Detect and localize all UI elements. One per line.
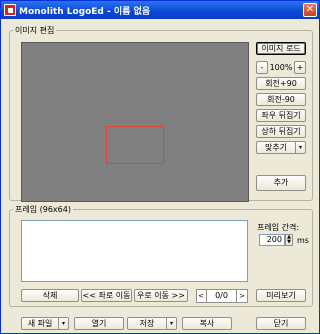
- app-icon: [4, 4, 16, 16]
- window-title: Monolith LogoEd - 이름 없음: [19, 7, 151, 17]
- frame-interval-label: 프레임 간격:: [257, 223, 300, 232]
- preview-button[interactable]: 미리보기: [256, 289, 306, 302]
- delete-frame-button[interactable]: 삭제: [21, 289, 79, 302]
- copy-button[interactable]: 복사: [182, 317, 232, 330]
- image-canvas[interactable]: [21, 42, 249, 202]
- new-file-dropdown-icon[interactable]: ▾: [58, 318, 68, 329]
- app-window: Monolith LogoEd - 이름 없음 ✕ 이미지 편집 이미지 로드 …: [0, 0, 320, 334]
- save-label: 저장: [139, 319, 155, 328]
- next-frame-button[interactable]: >: [238, 290, 246, 302]
- frame-counter: 0/0: [206, 290, 237, 302]
- move-right-button[interactable]: 우로 이동 >>: [134, 289, 188, 302]
- fit-dropdown-icon[interactable]: ▾: [295, 142, 305, 153]
- move-left-button[interactable]: << 좌로 이동: [81, 289, 132, 302]
- image-edit-legend: 이미지 편집: [15, 26, 55, 35]
- add-frame-button[interactable]: 추가: [256, 175, 306, 191]
- crop-rectangle[interactable]: [106, 126, 164, 164]
- frame-interval-spinner[interactable]: ▲ ▼: [285, 234, 293, 246]
- open-button[interactable]: 열기: [74, 317, 124, 330]
- frame-interval-input[interactable]: 200: [259, 234, 285, 246]
- new-file-label: 새 파일: [27, 319, 53, 328]
- save-dropdown-icon[interactable]: ▾: [166, 318, 176, 329]
- frame-interval-unit: ms: [297, 236, 309, 245]
- zoom-out-button[interactable]: -: [256, 61, 268, 74]
- spin-down-icon[interactable]: ▼: [286, 240, 292, 245]
- flip-horizontal-button[interactable]: 좌우 뒤집기: [256, 109, 306, 122]
- flip-vertical-button[interactable]: 상하 뒤집기: [256, 125, 306, 138]
- zoom-in-button[interactable]: +: [294, 61, 306, 74]
- fit-button[interactable]: 맞추기 ▾: [256, 141, 306, 154]
- prev-frame-button[interactable]: <: [197, 290, 205, 302]
- rotate-plus-90-button[interactable]: 회전+90: [256, 77, 306, 90]
- save-button[interactable]: 저장 ▾: [127, 317, 177, 330]
- load-image-button[interactable]: 이미지 로드: [256, 42, 306, 55]
- title-bar[interactable]: Monolith LogoEd - 이름 없음 ✕: [1, 1, 319, 19]
- frames-legend: 프레임 (96x64): [15, 205, 71, 214]
- new-file-button[interactable]: 새 파일 ▾: [21, 317, 69, 330]
- fit-label: 맞추기: [264, 143, 288, 152]
- close-button[interactable]: 닫기: [256, 317, 306, 330]
- zoom-level: 100%: [269, 63, 293, 72]
- frame-navigator: < 0/0 >: [196, 289, 248, 303]
- rotate-minus-90-button[interactable]: 회전-90: [256, 93, 306, 106]
- close-window-button[interactable]: ✕: [303, 3, 317, 17]
- frame-list[interactable]: [21, 220, 248, 282]
